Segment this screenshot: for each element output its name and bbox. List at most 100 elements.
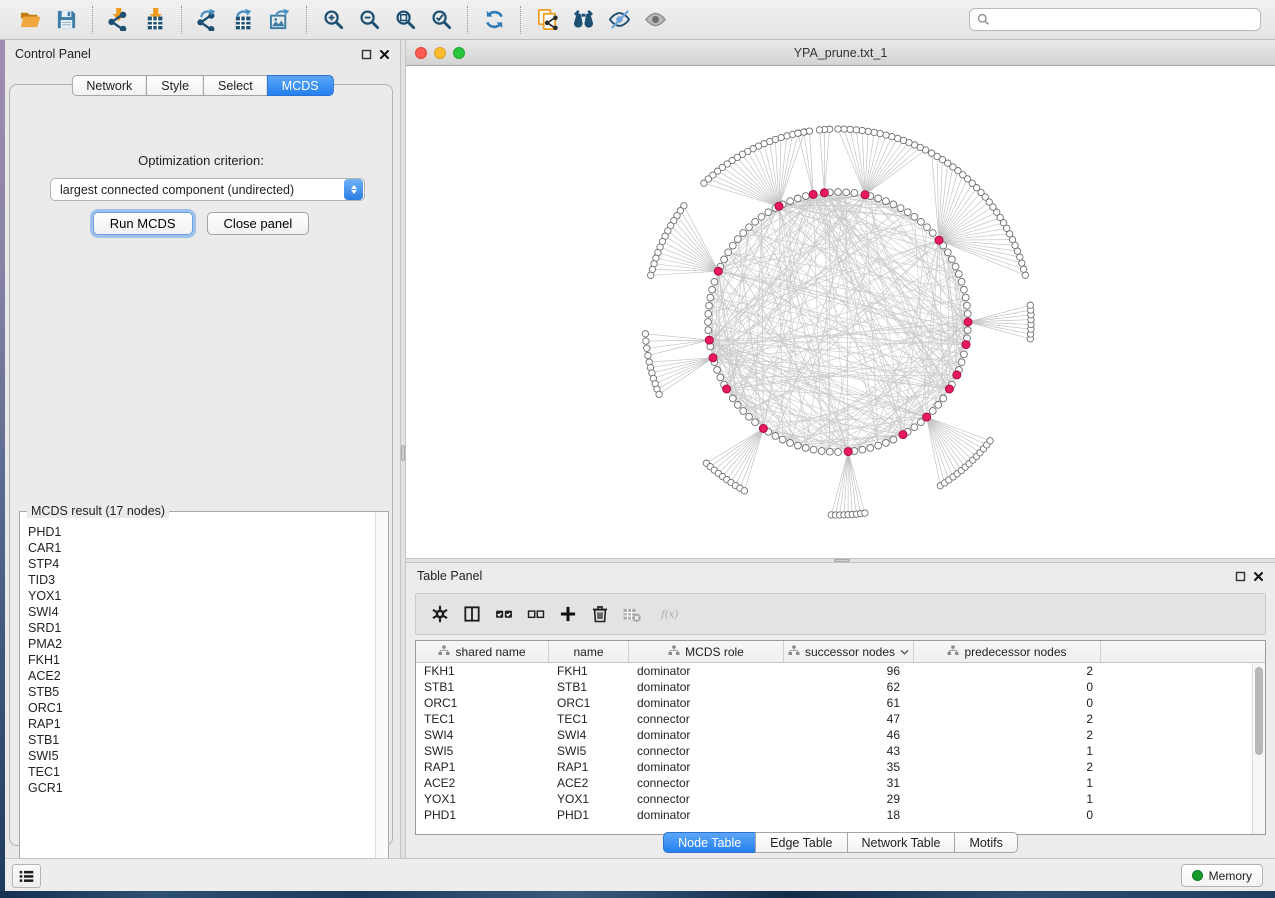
tab-select[interactable]: Select [203, 75, 268, 96]
column-header-predecessor-nodes[interactable]: predecessor nodes [914, 641, 1101, 662]
mcds-result-groupbox: MCDS result (17 nodes) PHD1CAR1STP4TID3Y… [19, 511, 389, 882]
search-input[interactable] [995, 12, 1253, 28]
tree-icon [947, 645, 959, 659]
mcds-result-item[interactable]: RAP1 [28, 716, 374, 732]
tab-network-table[interactable]: Network Table [847, 832, 956, 853]
network-graph[interactable] [406, 66, 1275, 558]
mcds-result-item[interactable]: GCR1 [28, 780, 374, 796]
column-header-MCDS-role[interactable]: MCDS role [629, 641, 784, 662]
tab-motifs[interactable]: Motifs [954, 832, 1017, 853]
toolbar-separator [92, 6, 93, 34]
table-row[interactable]: RAP1RAP1dominator352 [416, 759, 1265, 775]
zoom-in-button[interactable] [318, 5, 348, 35]
mcds-result-item[interactable]: STP4 [28, 556, 374, 572]
zoom-out-button[interactable] [354, 5, 384, 35]
select-all-columns-button[interactable] [490, 599, 518, 629]
mcds-result-item[interactable]: FKH1 [28, 652, 374, 668]
export-table-icon [233, 8, 256, 31]
cell-shared_name: ORC1 [416, 696, 549, 710]
mcds-result-item[interactable]: STB1 [28, 732, 374, 748]
column-header-shared-name[interactable]: shared name [416, 641, 549, 662]
close-table-panel-icon[interactable] [1253, 571, 1264, 582]
tab-edge-table[interactable]: Edge Table [755, 832, 847, 853]
optimization-criterion-select[interactable]: largest connected component (undirected) [50, 178, 365, 201]
table-row[interactable]: TEC1TEC1connector472 [416, 711, 1265, 727]
save-session-button[interactable] [51, 5, 81, 35]
delete-table-icon [622, 604, 642, 624]
mcds-result-item[interactable]: SWI4 [28, 604, 374, 620]
column-label: name [573, 645, 603, 659]
add-column-button[interactable] [554, 599, 582, 629]
node-table-scrollbar[interactable] [1252, 663, 1265, 834]
tab-mcds[interactable]: MCDS [267, 75, 334, 96]
horizontal-splitter-handle[interactable] [834, 559, 850, 562]
tab-node-table[interactable]: Node Table [663, 832, 756, 853]
window-close-button[interactable] [415, 47, 427, 59]
zoom-selected-button[interactable] [426, 5, 456, 35]
column-label: MCDS role [685, 645, 744, 659]
cell-predecessor_nodes: 2 [914, 760, 1101, 774]
mcds-result-item[interactable]: TID3 [28, 572, 374, 588]
delete-column-button[interactable] [586, 599, 614, 629]
table-settings-button[interactable] [426, 599, 454, 629]
window-minimize-button[interactable] [434, 47, 446, 59]
mcds-result-list[interactable]: PHD1CAR1STP4TID3YOX1SWI4SRD1PMA2FKH1ACE2… [21, 518, 374, 880]
cell-mcds_role: connector [629, 776, 784, 790]
table-row[interactable]: PHD1PHD1dominator180 [416, 807, 1265, 823]
table-row[interactable]: YOX1YOX1connector291 [416, 791, 1265, 807]
table-row[interactable]: SWI5SWI5connector431 [416, 743, 1265, 759]
new-network-from-selection-button[interactable] [532, 5, 562, 35]
find-button[interactable] [568, 5, 598, 35]
import-table-file-icon [144, 8, 167, 31]
export-table-button[interactable] [229, 5, 259, 35]
window-zoom-button[interactable] [453, 47, 465, 59]
node-table-scrollbar-thumb[interactable] [1255, 667, 1263, 755]
mcds-result-item[interactable]: CAR1 [28, 540, 374, 556]
table-row[interactable]: SWI4SWI4dominator462 [416, 727, 1265, 743]
mcds-result-item[interactable]: YOX1 [28, 588, 374, 604]
mcds-result-item[interactable]: ACE2 [28, 668, 374, 684]
import-network-file-button[interactable] [104, 5, 134, 35]
mcds-result-scrollbar[interactable] [375, 512, 388, 881]
mcds-result-item[interactable]: PMA2 [28, 636, 374, 652]
column-header-successor-nodes[interactable]: successor nodes [784, 641, 914, 662]
mcds-result-item[interactable]: SRD1 [28, 620, 374, 636]
cell-name: RAP1 [549, 760, 629, 774]
show-visibility-button[interactable] [640, 5, 670, 35]
table-row[interactable]: FKH1FKH1dominator962 [416, 663, 1265, 679]
open-file-button[interactable] [15, 5, 45, 35]
mcds-result-item[interactable]: TEC1 [28, 764, 374, 780]
mcds-result-item[interactable]: ORC1 [28, 700, 374, 716]
table-row[interactable]: ACE2ACE2connector311 [416, 775, 1265, 791]
run-mcds-button[interactable]: Run MCDS [93, 212, 193, 235]
show-columns-button[interactable] [458, 599, 486, 629]
export-image-button[interactable] [265, 5, 295, 35]
float-panel-icon[interactable] [361, 49, 372, 60]
close-panel-button[interactable]: Close panel [207, 212, 310, 235]
status-menu-button[interactable] [12, 864, 41, 888]
mcds-result-item[interactable]: PHD1 [28, 524, 374, 540]
desktop-wallpaper-bottom [0, 891, 1275, 898]
table-row[interactable]: ORC1ORC1dominator610 [416, 695, 1265, 711]
float-table-panel-icon[interactable] [1235, 571, 1246, 582]
add-column-icon [558, 604, 578, 624]
hide-visibility-button[interactable] [604, 5, 634, 35]
close-panel-icon[interactable] [379, 49, 390, 60]
table-row[interactable]: STB1STB1dominator620 [416, 679, 1265, 695]
cell-mcds_role: dominator [629, 808, 784, 822]
export-network-button[interactable] [193, 5, 223, 35]
optimization-criterion-value: largest connected component (undirected) [51, 183, 344, 197]
import-table-file-button[interactable] [140, 5, 170, 35]
column-header-name[interactable]: name [549, 641, 629, 662]
tab-network[interactable]: Network [71, 75, 147, 96]
memory-button[interactable]: Memory [1181, 864, 1263, 887]
main-toolbar [0, 0, 1275, 40]
cell-name: TEC1 [549, 712, 629, 726]
fit-content-button[interactable] [390, 5, 420, 35]
refresh-layout-button[interactable] [479, 5, 509, 35]
mcds-result-item[interactable]: STB5 [28, 684, 374, 700]
deselect-all-columns-button[interactable] [522, 599, 550, 629]
vertical-splitter-handle[interactable] [401, 445, 405, 461]
mcds-result-item[interactable]: SWI5 [28, 748, 374, 764]
tab-style[interactable]: Style [146, 75, 204, 96]
